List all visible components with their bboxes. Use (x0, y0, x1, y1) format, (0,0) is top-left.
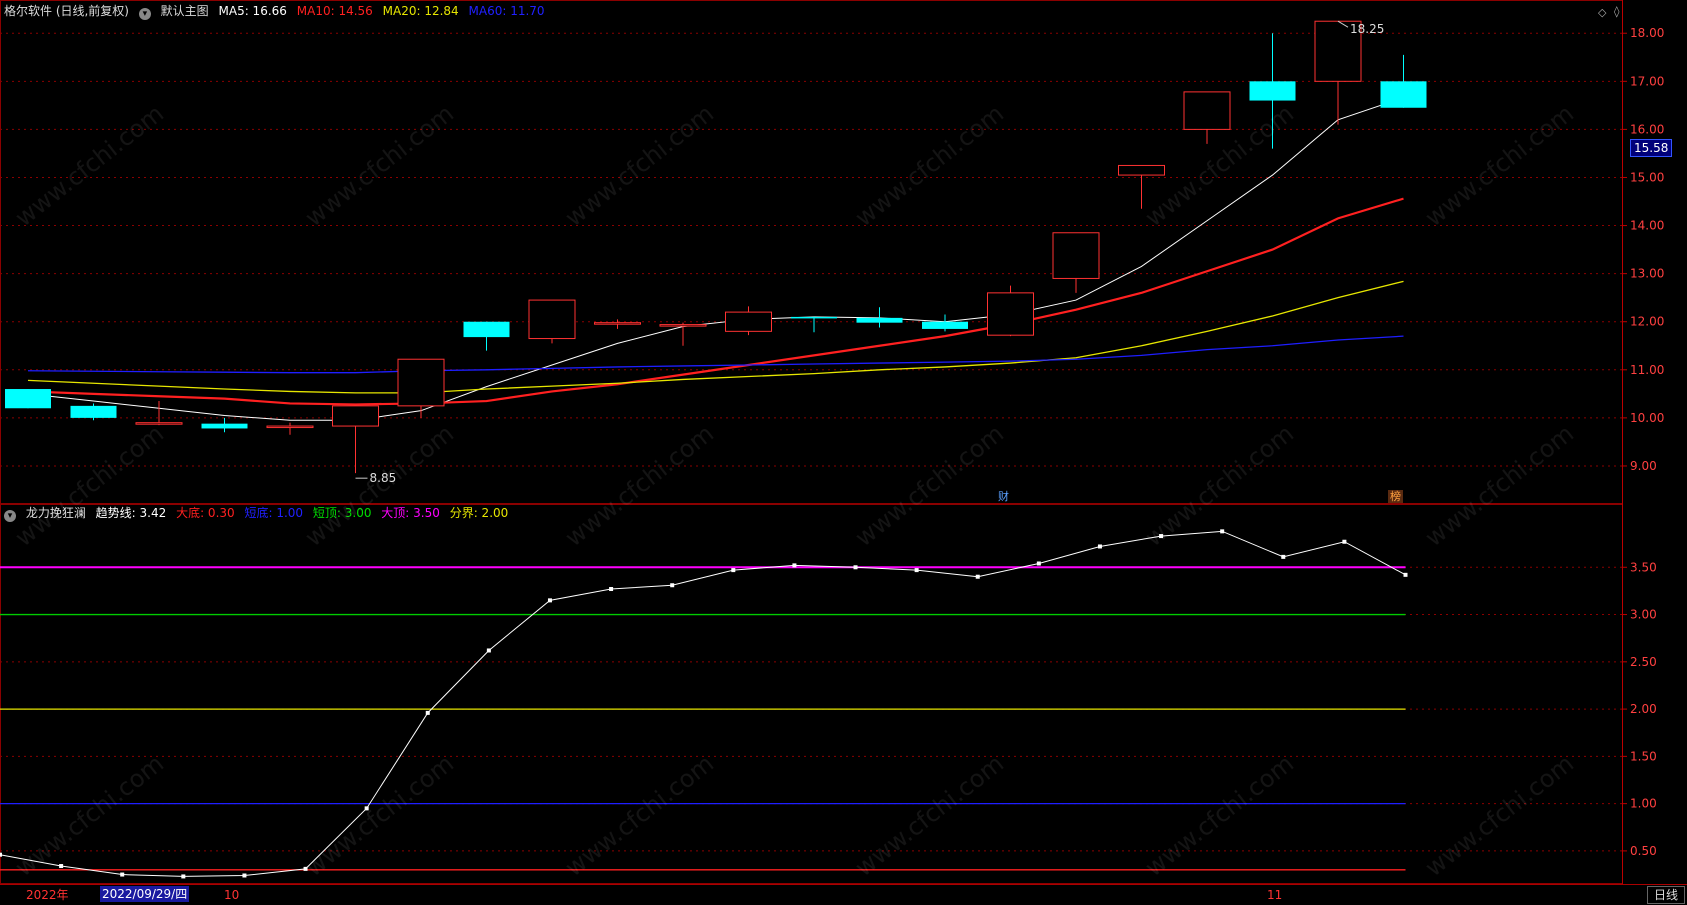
big-top-label: 大顶: 3.50 (381, 506, 440, 520)
sub-frame (0, 504, 1623, 884)
trend-label: 趋势线: 3.42 (95, 506, 167, 520)
trend-point (914, 568, 919, 573)
chart-toggle-icon[interactable]: ▾ (138, 8, 151, 20)
main-y-tick-label: 9.00 (1630, 459, 1657, 473)
sub-y-tick-label: 3.50 (1630, 560, 1657, 574)
trend-point (1159, 534, 1164, 539)
sub-y-tick-label: 2.50 (1630, 655, 1657, 669)
main-y-tick-label: 18.00 (1630, 26, 1664, 40)
candle-body-up (725, 311, 772, 332)
candle-body-up (135, 422, 183, 425)
candle-body-down (1380, 81, 1427, 108)
ma60-label: MA60: 11.70 (468, 4, 545, 18)
ma5-label: MA5: 16.66 (218, 4, 287, 18)
trend-point (609, 587, 614, 592)
period-button[interactable]: 日线 (1646, 886, 1685, 904)
candle-body-up (1118, 164, 1165, 176)
main-y-tick-label: 15.00 (1630, 170, 1664, 184)
trend-point (364, 806, 369, 811)
candle-body-down (791, 316, 837, 319)
main-chart-legend: 格尔软件 (日线,前复权) ▾ 默认主图 MA5: 16.66 MA10: 14… (4, 4, 551, 20)
trend-point (1036, 561, 1041, 566)
divide-label: 分界: 2.00 (449, 506, 509, 520)
trend-point (242, 873, 247, 878)
trend-point (1220, 529, 1225, 534)
candle-body-up (397, 358, 445, 407)
trend-line (0, 530, 1406, 877)
trend-point (853, 565, 858, 570)
candle-body-up (1052, 232, 1100, 279)
settings-icon[interactable]: ◊ (1614, 5, 1619, 18)
sub-y-tick-label: 1.50 (1630, 749, 1657, 763)
financial-flag[interactable]: 财 (996, 490, 1011, 503)
cursor-date-label: 2022/09/29/四 (100, 886, 190, 902)
trend-point (670, 583, 675, 588)
sub-y-tick-label: 0.50 (1630, 844, 1657, 858)
diamond-icon[interactable]: ◇ (1598, 6, 1606, 19)
ma-line-ma60 (27, 335, 1404, 374)
indicator-name[interactable]: 龙力挽狂澜 (26, 506, 86, 520)
sub-y-tick-label: 2.00 (1630, 702, 1657, 716)
candle-body-down (922, 321, 968, 329)
short-top-label: 短顶: 3.00 (312, 506, 372, 520)
sub-y-tick-label: 3.00 (1630, 608, 1657, 622)
trend-point (59, 864, 64, 869)
chart-canvas[interactable]: 9.00 10.00 11.00 12.00 13.00 14.00 15.00 16.00 1… (0, 0, 1687, 904)
candle-body-down (856, 317, 903, 323)
candle-body-up (659, 324, 707, 327)
trend-point (1342, 539, 1347, 544)
trend-point (1403, 572, 1408, 577)
trend-point (975, 574, 980, 579)
low-label: 8.85 (370, 471, 397, 485)
candle-body-up (987, 292, 1034, 336)
time-axis (0, 884, 1687, 905)
trend-point (303, 866, 308, 871)
candle-body-down (463, 321, 510, 338)
main-y-tick-label: 10.00 (1630, 411, 1664, 425)
sub-chart-legend: ▾ 龙力挽狂澜 趋势线: 3.42 大底: 0.30 短底: 1.00 短顶: … (4, 506, 514, 522)
main-y-tick-label: 11.00 (1630, 363, 1664, 377)
trend-point (1281, 554, 1286, 559)
trend-point (1097, 544, 1102, 549)
candle-body-down (5, 389, 51, 409)
rank-flag[interactable]: 榜 (1388, 490, 1403, 503)
high-label: 18.25 (1350, 22, 1384, 36)
month-nov-label: 11 (1267, 888, 1283, 902)
candle-body-up (332, 405, 379, 427)
trend-point (425, 710, 430, 715)
candle-body-down (70, 405, 117, 418)
stock-title[interactable]: 格尔软件 (日线,前复权) (4, 4, 129, 18)
ma20-label: MA20: 12.84 (382, 4, 459, 18)
main-y-tick-label: 12.00 (1630, 315, 1664, 329)
current-price-box: 15.58 (1630, 139, 1673, 157)
candle-body-down (1249, 81, 1296, 101)
chart-name[interactable]: 默认主图 (161, 4, 209, 18)
month-oct-label: 10 (224, 888, 240, 902)
indicator-toggle-icon[interactable]: ▾ (4, 510, 16, 522)
trend-point (731, 568, 736, 573)
sub-y-tick-label: 1.00 (1630, 797, 1657, 811)
main-y-tick-label: 14.00 (1630, 219, 1664, 233)
trend-point (486, 648, 491, 653)
trend-point (181, 874, 186, 879)
trend-point (547, 598, 552, 603)
ma-line-ma10 (27, 197, 1404, 406)
year-label: 2022年 (26, 888, 69, 902)
main-y-tick-label: 13.00 (1630, 267, 1664, 281)
ma-line-ma20 (27, 280, 1404, 394)
main-y-tick-label: 16.00 (1630, 122, 1664, 136)
main-y-tick-label: 17.00 (1630, 74, 1664, 88)
candle-body-down (201, 423, 248, 429)
ma10-label: MA10: 14.56 (296, 4, 373, 18)
big-bottom-label: 大底: 0.30 (176, 506, 235, 520)
trend-point (0, 852, 2, 857)
candle-body-up (594, 322, 641, 325)
candle-body-up (266, 425, 314, 429)
short-bottom-label: 短底: 1.00 (244, 506, 304, 520)
trend-point (120, 872, 125, 877)
candle-body-up (528, 299, 576, 340)
candle-body-up (1183, 91, 1231, 130)
trend-point (792, 563, 797, 568)
